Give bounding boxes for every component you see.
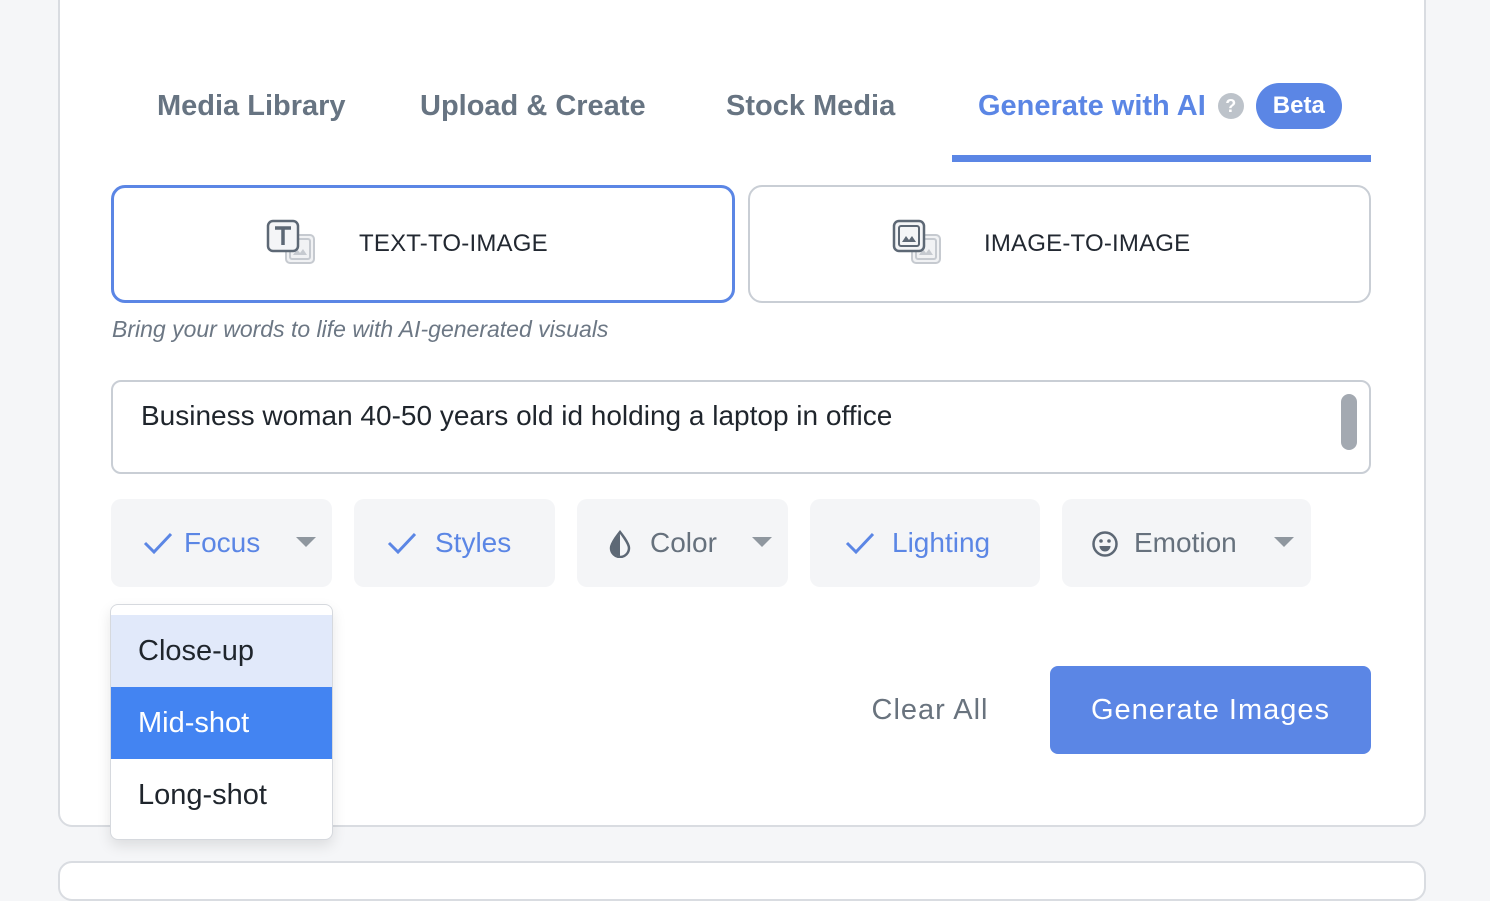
focus-option-long-shot[interactable]: Long-shot <box>111 759 332 831</box>
chip-label: Focus <box>184 527 261 558</box>
lighting-filter[interactable]: Lighting <box>810 499 1040 587</box>
chip-label: Emotion <box>1134 527 1237 558</box>
tab-upload-create[interactable]: Upload & Create <box>420 84 646 128</box>
tab-stock-media[interactable]: Stock Media <box>726 84 895 128</box>
chevron-down-icon <box>296 537 316 547</box>
active-tab-indicator <box>952 155 1371 162</box>
water-drop-icon <box>609 530 631 558</box>
option-label: Long-shot <box>138 778 267 811</box>
beta-badge: Beta <box>1255 83 1342 129</box>
clear-all-button[interactable]: Clear All <box>850 688 1010 732</box>
tab-label: Upload & Create <box>420 89 646 122</box>
check-icon <box>143 532 173 555</box>
chevron-down-icon <box>1274 537 1294 547</box>
tab-media-library[interactable]: Media Library <box>157 84 346 128</box>
image-to-image-icon <box>892 219 941 264</box>
focus-dropdown-menu: Close-up Mid-shot Long-shot <box>110 604 333 840</box>
check-icon <box>387 532 417 555</box>
prompt-scrollbar[interactable] <box>1341 394 1357 450</box>
color-filter[interactable]: Color <box>577 499 788 587</box>
tab-label: Generate with AI <box>978 89 1206 122</box>
focus-filter[interactable]: Focus <box>111 499 332 587</box>
tab-generate-with-ai[interactable]: Generate with AI ? Beta <box>978 82 1342 130</box>
prompt-input[interactable]: Business woman 40-50 years old id holdin… <box>111 380 1371 474</box>
prompt-text: Business woman 40-50 years old id holdin… <box>141 400 893 431</box>
chip-label: Color <box>650 527 717 558</box>
text-to-image-option[interactable]: TEXT-TO-IMAGE <box>111 185 735 303</box>
mode-label: TEXT-TO-IMAGE <box>359 230 548 257</box>
mode-label: IMAGE-TO-IMAGE <box>984 230 1191 257</box>
generate-images-button[interactable]: Generate Images <box>1050 666 1371 754</box>
chip-label: Lighting <box>892 527 991 558</box>
image-to-image-option[interactable]: IMAGE-TO-IMAGE <box>748 185 1371 303</box>
tab-label: Stock Media <box>726 89 896 122</box>
mode-description: Bring your words to life with AI-generat… <box>112 316 609 342</box>
emotion-filter[interactable]: Emotion <box>1062 499 1311 587</box>
option-label: Close-up <box>138 634 255 667</box>
smiley-icon <box>1092 531 1118 557</box>
focus-option-mid-shot[interactable]: Mid-shot <box>111 687 332 759</box>
chip-label: Styles <box>435 527 512 558</box>
styles-filter[interactable]: Styles <box>354 499 555 587</box>
question-circle-icon[interactable]: ? <box>1217 93 1244 119</box>
tab-label: Media Library <box>157 89 346 122</box>
text-to-image-icon <box>266 219 315 264</box>
focus-option-close-up[interactable]: Close-up <box>111 615 332 687</box>
next-panel <box>58 861 1426 901</box>
check-icon <box>845 532 875 555</box>
option-label: Mid-shot <box>138 706 250 739</box>
chevron-down-icon <box>752 537 772 547</box>
